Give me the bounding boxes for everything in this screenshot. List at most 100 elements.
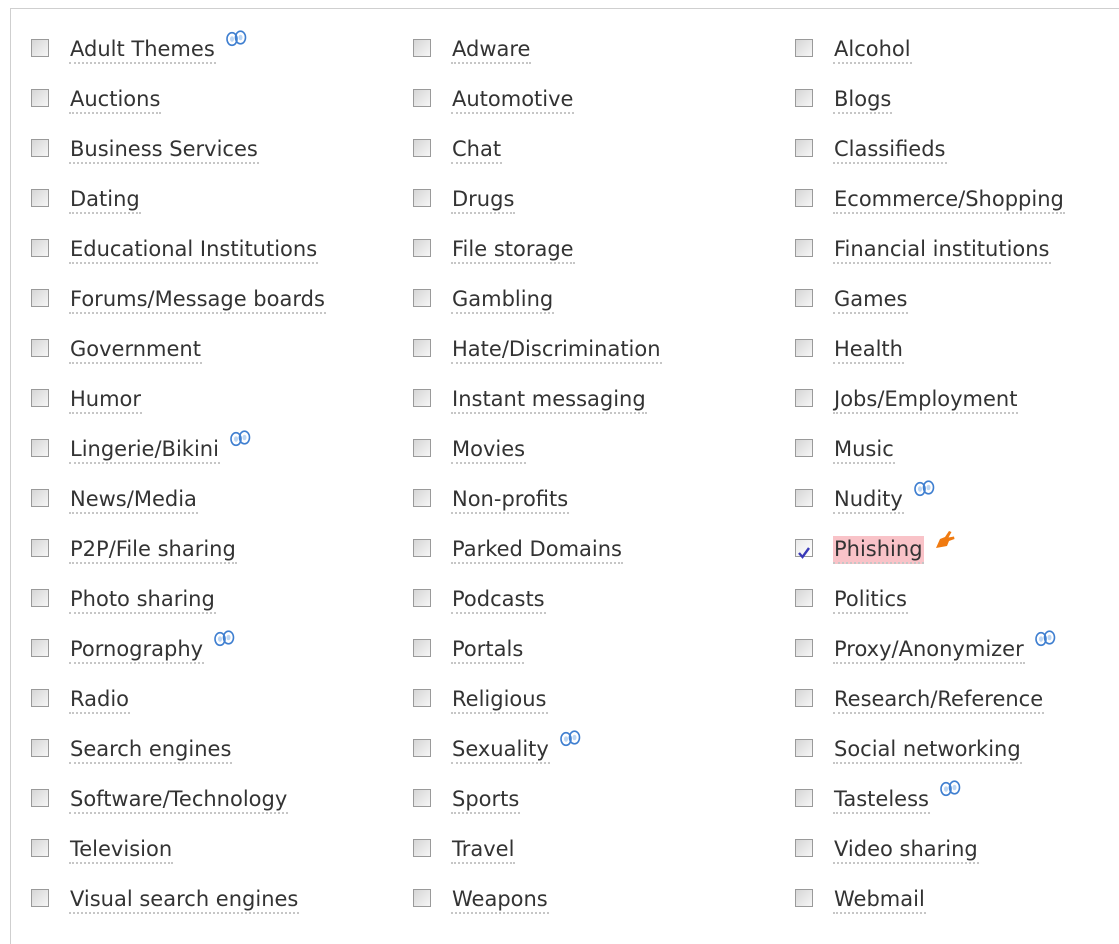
checkbox-sexuality[interactable] — [413, 739, 431, 757]
category-label-adult-themes[interactable]: Adult Themes — [69, 36, 216, 64]
checkbox-drugs[interactable] — [413, 189, 431, 207]
checkbox-webmail[interactable] — [795, 889, 813, 907]
category-label-non-profits[interactable]: Non-profits — [451, 486, 570, 514]
category-label-p2p-file-sharing[interactable]: P2P/File sharing — [69, 536, 237, 564]
checkbox-humor[interactable] — [31, 389, 49, 407]
category-label-religious[interactable]: Religious — [451, 686, 548, 714]
category-label-dating[interactable]: Dating — [69, 186, 141, 214]
category-label-chat[interactable]: Chat — [451, 136, 503, 164]
checkbox-jobs-employment[interactable] — [795, 389, 813, 407]
checkbox-visual-search-engines[interactable] — [31, 889, 49, 907]
category-label-portals[interactable]: Portals — [451, 636, 525, 664]
checkbox-games[interactable] — [795, 289, 813, 307]
category-label-games[interactable]: Games — [833, 286, 909, 314]
checkbox-podcasts[interactable] — [413, 589, 431, 607]
category-label-television[interactable]: Television — [69, 836, 174, 864]
category-label-lingerie-bikini[interactable]: Lingerie/Bikini — [69, 436, 220, 464]
checkbox-classifieds[interactable] — [795, 139, 813, 157]
checkbox-software-technology[interactable] — [31, 789, 49, 807]
category-label-politics[interactable]: Politics — [833, 586, 908, 614]
checkbox-research-reference[interactable] — [795, 689, 813, 707]
category-label-movies[interactable]: Movies — [451, 436, 527, 464]
checkbox-dating[interactable] — [31, 189, 49, 207]
checkbox-portals[interactable] — [413, 639, 431, 657]
category-label-news-media[interactable]: News/Media — [69, 486, 198, 514]
category-label-hate-discrimination[interactable]: Hate/Discrimination — [451, 336, 662, 364]
category-label-tasteless[interactable]: Tasteless — [833, 786, 930, 814]
category-label-gambling[interactable]: Gambling — [451, 286, 555, 314]
category-label-adware[interactable]: Adware — [451, 36, 532, 64]
category-label-parked-domains[interactable]: Parked Domains — [451, 536, 623, 564]
checkbox-non-profits[interactable] — [413, 489, 431, 507]
category-label-humor[interactable]: Humor — [69, 386, 143, 414]
checkbox-proxy-anonymizer[interactable] — [795, 639, 813, 657]
checkbox-social-networking[interactable] — [795, 739, 813, 757]
checkbox-search-engines[interactable] — [31, 739, 49, 757]
checkbox-automotive[interactable] — [413, 89, 431, 107]
category-label-travel[interactable]: Travel — [451, 836, 516, 864]
category-label-webmail[interactable]: Webmail — [833, 886, 926, 914]
category-label-proxy-anonymizer[interactable]: Proxy/Anonymizer — [833, 636, 1025, 664]
checkbox-chat[interactable] — [413, 139, 431, 157]
category-label-instant-messaging[interactable]: Instant messaging — [451, 386, 647, 414]
category-label-sexuality[interactable]: Sexuality — [451, 736, 550, 764]
checkbox-health[interactable] — [795, 339, 813, 357]
checkbox-p2p-file-sharing[interactable] — [31, 539, 49, 557]
checkbox-religious[interactable] — [413, 689, 431, 707]
checkbox-educational-institutions[interactable] — [31, 239, 49, 257]
checkbox-photo-sharing[interactable] — [31, 589, 49, 607]
checkbox-auctions[interactable] — [31, 89, 49, 107]
checkbox-nudity[interactable] — [795, 489, 813, 507]
checkbox-politics[interactable] — [795, 589, 813, 607]
checkbox-pornography[interactable] — [31, 639, 49, 657]
category-label-jobs-employment[interactable]: Jobs/Employment — [833, 386, 1019, 414]
category-label-pornography[interactable]: Pornography — [69, 636, 205, 664]
category-label-file-storage[interactable]: File storage — [451, 236, 575, 264]
checkbox-news-media[interactable] — [31, 489, 49, 507]
category-label-video-sharing[interactable]: Video sharing — [833, 836, 979, 864]
checkbox-file-storage[interactable] — [413, 239, 431, 257]
category-label-ecommerce-shopping[interactable]: Ecommerce/Shopping — [833, 186, 1065, 214]
checkbox-ecommerce-shopping[interactable] — [795, 189, 813, 207]
category-label-nudity[interactable]: Nudity — [833, 486, 904, 514]
category-label-forums-message-boards[interactable]: Forums/Message boards — [69, 286, 326, 314]
checkbox-gambling[interactable] — [413, 289, 431, 307]
checkbox-video-sharing[interactable] — [795, 839, 813, 857]
category-label-financial-institutions[interactable]: Financial institutions — [833, 236, 1051, 264]
category-label-automotive[interactable]: Automotive — [451, 86, 575, 114]
category-label-software-technology[interactable]: Software/Technology — [69, 786, 289, 814]
category-label-blogs[interactable]: Blogs — [833, 86, 893, 114]
checkbox-radio[interactable] — [31, 689, 49, 707]
checkbox-movies[interactable] — [413, 439, 431, 457]
category-label-radio[interactable]: Radio — [69, 686, 131, 714]
checkbox-television[interactable] — [31, 839, 49, 857]
checkbox-forums-message-boards[interactable] — [31, 289, 49, 307]
checkbox-alcohol[interactable] — [795, 39, 813, 57]
checkbox-music[interactable] — [795, 439, 813, 457]
category-label-alcohol[interactable]: Alcohol — [833, 36, 912, 64]
category-label-photo-sharing[interactable]: Photo sharing — [69, 586, 216, 614]
checkbox-government[interactable] — [31, 339, 49, 357]
checkbox-tasteless[interactable] — [795, 789, 813, 807]
category-label-educational-institutions[interactable]: Educational Institutions — [69, 236, 319, 264]
checkbox-weapons[interactable] — [413, 889, 431, 907]
checkbox-phishing[interactable] — [795, 539, 813, 559]
category-label-classifieds[interactable]: Classifieds — [833, 136, 947, 164]
category-label-health[interactable]: Health — [833, 336, 904, 364]
category-label-weapons[interactable]: Weapons — [451, 886, 549, 914]
checkbox-financial-institutions[interactable] — [795, 239, 813, 257]
category-label-music[interactable]: Music — [833, 436, 895, 464]
category-label-research-reference[interactable]: Research/Reference — [833, 686, 1045, 714]
checkbox-sports[interactable] — [413, 789, 431, 807]
category-label-podcasts[interactable]: Podcasts — [451, 586, 546, 614]
checkbox-adware[interactable] — [413, 39, 431, 57]
checkbox-travel[interactable] — [413, 839, 431, 857]
checkbox-parked-domains[interactable] — [413, 539, 431, 557]
category-label-drugs[interactable]: Drugs — [451, 186, 516, 214]
checkbox-adult-themes[interactable] — [31, 39, 49, 57]
checkbox-business-services[interactable] — [31, 139, 49, 157]
category-label-auctions[interactable]: Auctions — [69, 86, 162, 114]
checkbox-hate-discrimination[interactable] — [413, 339, 431, 357]
category-label-government[interactable]: Government — [69, 336, 202, 364]
category-label-search-engines[interactable]: Search engines — [69, 736, 233, 764]
